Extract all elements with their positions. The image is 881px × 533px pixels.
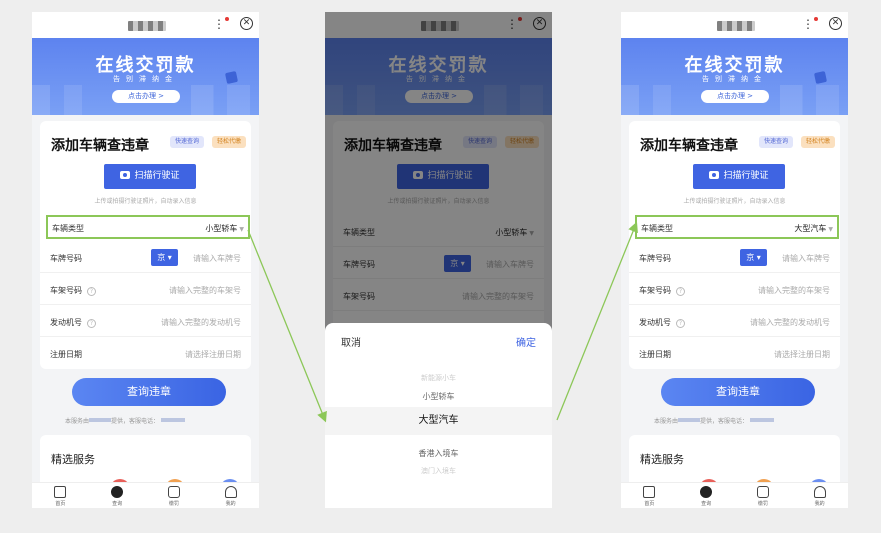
flow-arrows: [247, 221, 638, 423]
arrow-open-picker: [247, 229, 327, 423]
arrow-select-result: [556, 221, 638, 421]
